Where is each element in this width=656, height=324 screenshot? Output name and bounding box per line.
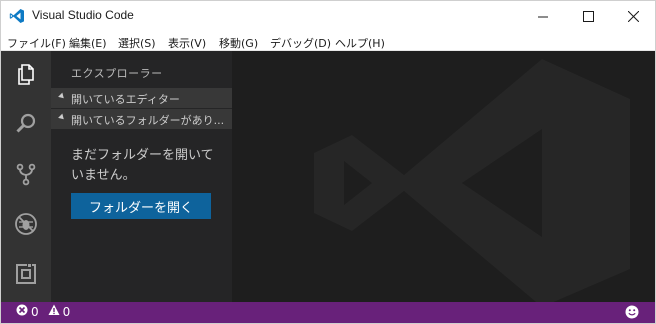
activity-debug[interactable]: [1, 201, 51, 251]
smiley-icon: [625, 305, 639, 322]
window-title: Visual Studio Code: [32, 8, 134, 22]
close-button[interactable]: [610, 1, 655, 32]
empty-folder-message: まだフォルダーを開いていません。: [71, 148, 214, 183]
status-bar: 0 0: [1, 302, 655, 323]
menu-selection[interactable]: 選択(S): [118, 35, 156, 51]
minimize-button[interactable]: [520, 1, 566, 32]
activity-explorer[interactable]: [1, 51, 51, 101]
vscode-logo-icon: [9, 8, 25, 24]
activity-extensions[interactable]: [1, 251, 51, 301]
warning-icon: [48, 304, 60, 319]
menu-help[interactable]: ヘルプ(H): [335, 35, 385, 51]
menu-bar: ファイル(F) 編集(E) 選択(S) 表示(V) 移動(G) デバッグ(D) …: [1, 32, 655, 51]
menu-view[interactable]: 表示(V): [168, 35, 206, 51]
title-bar: Visual Studio Code: [1, 1, 655, 32]
activity-git[interactable]: [1, 151, 51, 201]
section-no-folder[interactable]: 開いているフォルダーがあり...: [51, 109, 232, 129]
menu-goto[interactable]: 移動(G): [219, 35, 258, 51]
sidebar-title: エクスプローラー: [71, 67, 163, 80]
section-open-editors[interactable]: 開いているエディター: [51, 88, 232, 108]
maximize-button[interactable]: [565, 1, 611, 32]
maximize-icon: [582, 11, 594, 22]
vscode-window: Visual Studio Code ファイル(F) 編集(E) 選択(S) 表…: [0, 0, 656, 324]
menu-debug[interactable]: デバッグ(D): [270, 35, 331, 51]
extensions-icon: [14, 262, 38, 290]
menu-file[interactable]: ファイル(F): [7, 35, 66, 51]
open-folder-button[interactable]: フォルダーを開く: [71, 193, 211, 219]
problems-status[interactable]: 0 0: [16, 304, 70, 319]
warning-count: 0: [62, 304, 71, 319]
editor-area: [232, 51, 655, 302]
section-label: 開いているエディター: [71, 93, 180, 106]
debug-icon: [14, 212, 38, 240]
files-icon: [14, 62, 38, 90]
error-count: 0: [31, 304, 39, 319]
activity-search[interactable]: [1, 101, 51, 151]
explorer-sidebar: エクスプローラー 開いているエディター 開いているフォルダーがあり... まだフ…: [51, 51, 232, 302]
minimize-icon: [538, 12, 548, 22]
menu-edit[interactable]: 編集(E): [69, 35, 107, 51]
vscode-watermark-icon: [314, 59, 630, 302]
git-branch-icon: [14, 162, 38, 190]
search-icon: [14, 112, 38, 140]
close-icon: [627, 11, 639, 22]
section-label: 開いているフォルダーがあり...: [71, 114, 225, 127]
error-icon: [16, 304, 28, 319]
collapse-arrow-icon: [58, 92, 66, 101]
feedback-button[interactable]: [625, 305, 639, 322]
activity-bar: [1, 51, 51, 302]
collapse-arrow-icon: [58, 113, 66, 122]
